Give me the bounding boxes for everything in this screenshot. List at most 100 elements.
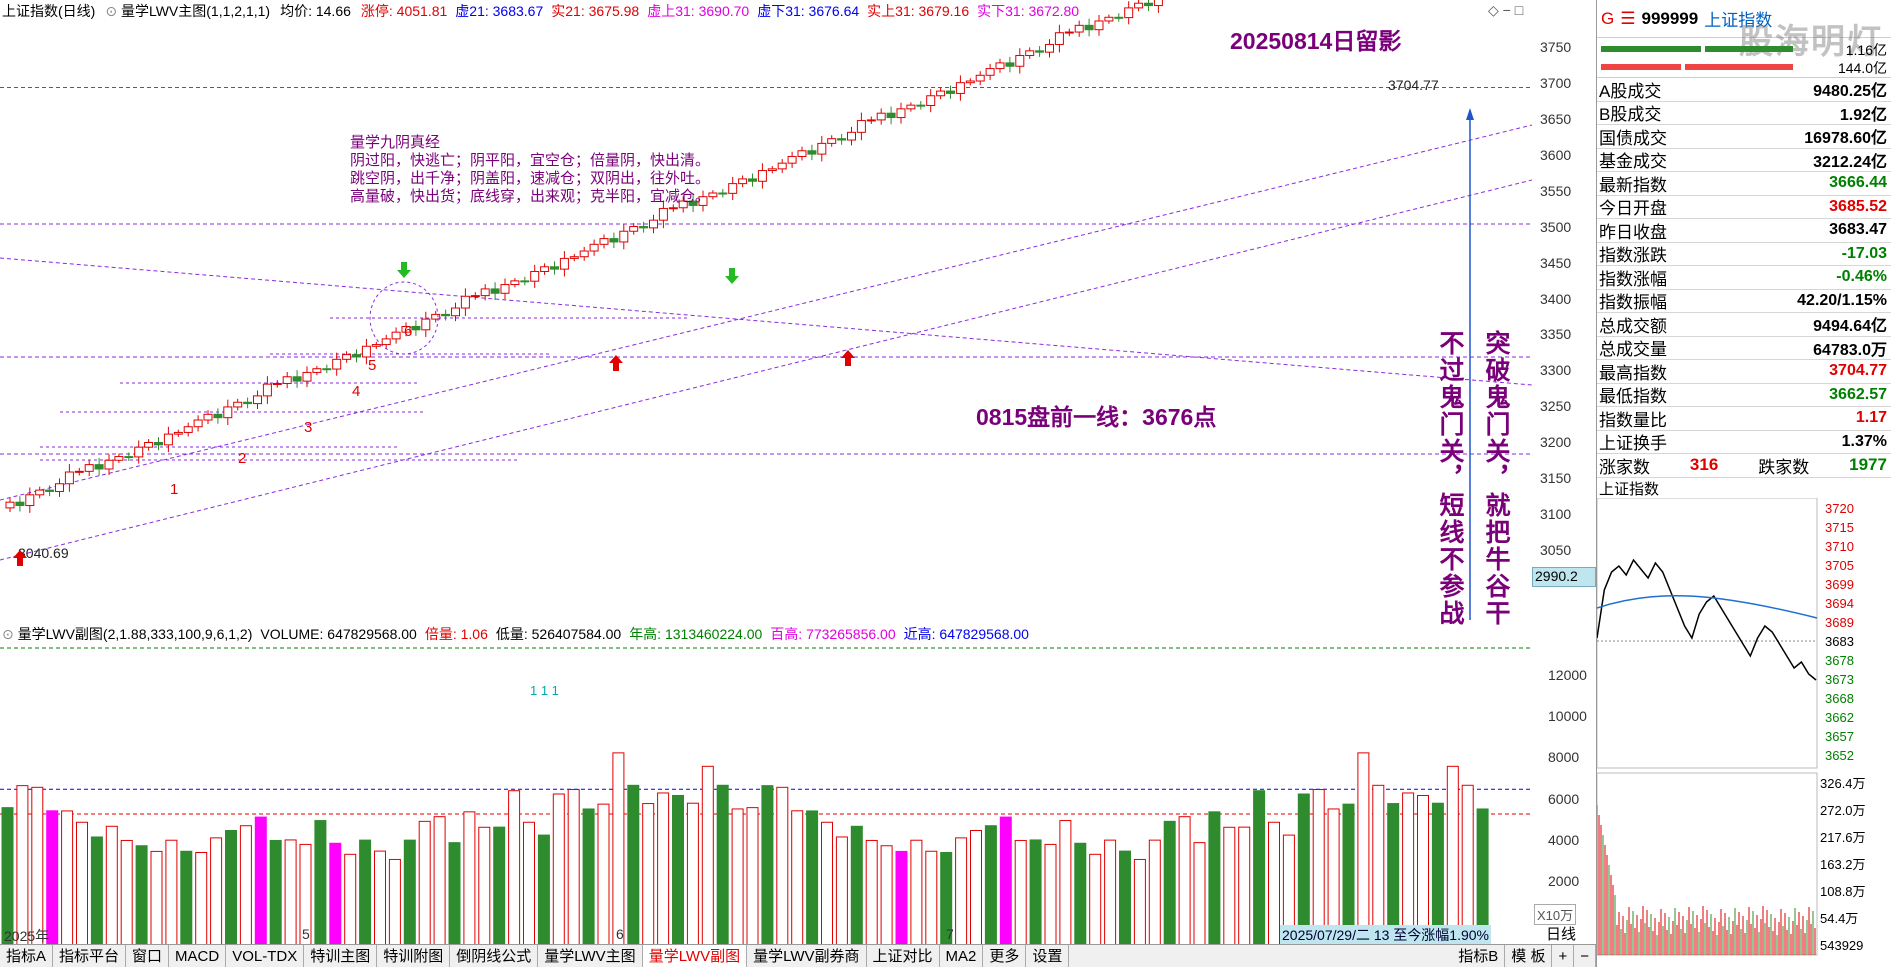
candle-body bbox=[312, 368, 322, 373]
tab-indicator[interactable]: 指标平台 bbox=[53, 945, 127, 967]
quote-label: 最高指数 bbox=[1599, 363, 1667, 383]
green-down-arrow-icon bbox=[397, 262, 411, 278]
mini-volume-axis-label: 217.6万 bbox=[1820, 830, 1866, 845]
volume-bar bbox=[552, 793, 565, 957]
high-label: 3704.77 bbox=[1388, 77, 1439, 93]
quote-value: 3685.52 bbox=[1829, 197, 1887, 215]
candle-body bbox=[55, 483, 64, 492]
minus-icon[interactable]: − bbox=[1574, 945, 1596, 967]
volume-axis-label: 10000 bbox=[1548, 708, 1587, 725]
candle-body bbox=[599, 238, 609, 245]
price-marker: 2990.2 bbox=[1532, 567, 1596, 587]
green-down-arrow-icon bbox=[725, 268, 739, 284]
candle-body bbox=[985, 68, 995, 76]
volume-bar bbox=[1104, 839, 1117, 957]
poem-block: 量学九阴真经 阴过阳，快逃亡；阴平阳，宜空仓；倍量阴，快出清。 跳空阴，出千净；… bbox=[350, 134, 710, 206]
tab-indicator[interactable]: 指标A bbox=[0, 945, 54, 967]
chart-header: 上证指数(日线) ⊙ 量学LWV主图(1,1,2,1,1) 均价: 14.66 … bbox=[0, 0, 1530, 22]
volume-bar bbox=[225, 830, 237, 957]
volume-bar bbox=[76, 821, 88, 957]
add-icon[interactable]: + bbox=[1552, 945, 1575, 967]
tab-indicator[interactable]: 特训附图 bbox=[377, 945, 451, 967]
intraday-mini-chart[interactable]: 3720 3715 3710 3705 3699 3694 3689 3683 3678 3673… bbox=[1596, 497, 1891, 958]
tab-indicator[interactable]: MACD bbox=[169, 945, 227, 967]
tab-indicator[interactable]: MA2 bbox=[940, 945, 984, 967]
mini-axis-label: 3673 bbox=[1825, 672, 1854, 687]
volume-bar bbox=[150, 850, 163, 957]
maximize-icon[interactable]: □ bbox=[1515, 2, 1523, 18]
minus-icon[interactable]: − bbox=[1503, 2, 1511, 18]
candle-body bbox=[827, 138, 837, 144]
candle-body bbox=[639, 226, 649, 229]
tab-indicator[interactable]: 量学LWV主图 bbox=[538, 945, 643, 967]
g-icon[interactable]: G bbox=[1601, 9, 1614, 29]
volume-axis-label: 12000 bbox=[1548, 667, 1587, 683]
tab-indicator[interactable]: 倒阴线公式 bbox=[450, 945, 539, 967]
volume-bar bbox=[821, 821, 833, 957]
header-indicator-value: 实上31: 3679.16 bbox=[867, 3, 970, 19]
dropdown-icon[interactable]: ⊙ bbox=[105, 3, 117, 19]
period-label[interactable]: 日线 bbox=[1546, 923, 1576, 944]
tab-indicator[interactable]: 量学LWV副券商 bbox=[747, 945, 867, 967]
tab-indicator-b[interactable]: 指标B bbox=[1452, 945, 1506, 967]
tab-indicator[interactable]: 特训主图 bbox=[304, 945, 378, 967]
tab-indicator[interactable]: 量学LWV副图 bbox=[642, 945, 748, 967]
volume-bar bbox=[1193, 842, 1206, 957]
date-note: 20250814日留影 bbox=[1230, 28, 1402, 54]
candle-body bbox=[302, 371, 312, 382]
menu-icon[interactable]: ☰ bbox=[1620, 9, 1635, 29]
candle-body bbox=[223, 406, 233, 419]
buy-strength-bar bbox=[1705, 46, 1793, 52]
quote-value: 3662.57 bbox=[1829, 385, 1887, 403]
tab-indicator[interactable]: 更多 bbox=[983, 945, 1027, 967]
candle-body bbox=[837, 138, 847, 141]
volume-bar bbox=[925, 850, 938, 957]
sell-strength-bar bbox=[1685, 64, 1793, 70]
candle-body bbox=[421, 318, 431, 331]
candle-body bbox=[1045, 43, 1054, 53]
quote-label: 总成交量 bbox=[1599, 340, 1667, 360]
tab-indicator[interactable]: 窗口 bbox=[126, 945, 170, 967]
tab-indicator[interactable]: VOL-TDX bbox=[226, 945, 305, 967]
quote-value: 3704.77 bbox=[1829, 362, 1887, 380]
volume-bar bbox=[120, 839, 133, 957]
main-candlestick-chart[interactable]: 3704.77 3040.69 1 2 3 45 6 bbox=[0, 0, 1532, 620]
vertical-note-left: 不过鬼门关，短线不参战 bbox=[1436, 330, 1464, 627]
candle-body bbox=[559, 257, 569, 270]
volume-bar bbox=[672, 794, 684, 957]
mini-volume-axis-label: 543929 bbox=[1820, 938, 1863, 953]
tab-indicator[interactable]: 上证对比 bbox=[867, 945, 940, 967]
quote-label: 今日开盘 bbox=[1599, 199, 1667, 219]
breadth-row: 涨家数 316 跌家数 1977 bbox=[1597, 454, 1891, 478]
buy-strength-bar bbox=[1601, 46, 1701, 52]
candle-body bbox=[718, 192, 728, 195]
tab-indicator[interactable]: 设置 bbox=[1026, 945, 1070, 967]
main-indicator-label[interactable]: ⊙ 量学LWV主图(1,1,2,1,1) bbox=[105, 1, 270, 21]
volume-chart[interactable]: 1 1 1 bbox=[0, 620, 1532, 960]
quote-row: 国债成交 16978.60亿 bbox=[1597, 125, 1891, 149]
candle-body bbox=[243, 401, 253, 405]
candle-body bbox=[876, 112, 886, 121]
candle-body bbox=[25, 494, 35, 507]
candle-body bbox=[114, 456, 124, 461]
candle-body bbox=[173, 431, 183, 435]
price-axis-label: 3300 bbox=[1540, 362, 1572, 379]
tab-template[interactable]: 模 板 bbox=[1505, 945, 1553, 967]
index-code: 999999 bbox=[1641, 8, 1699, 28]
poem-line: 阴过阳，快逃亡；阴平阳，宜空仓；倍量阴，快出清。 bbox=[350, 152, 711, 169]
mini-axis-label: 3689 bbox=[1825, 615, 1854, 630]
diamond-icon[interactable]: ◇ bbox=[1488, 2, 1499, 18]
quote-label: 最新指数 bbox=[1599, 175, 1667, 195]
price-axis-label: 3100 bbox=[1540, 506, 1572, 523]
candle-body bbox=[381, 338, 391, 346]
candle-body bbox=[490, 288, 500, 294]
volume-bar bbox=[210, 837, 223, 957]
quote-value: 1.37% bbox=[1841, 432, 1887, 450]
quote-row: 总成交额 9494.64亿 bbox=[1597, 313, 1891, 337]
candle-body bbox=[1015, 55, 1025, 67]
volume-bar bbox=[195, 852, 208, 957]
candle-body bbox=[589, 243, 599, 252]
volume-bar bbox=[627, 784, 640, 957]
wave-number-label: 2 bbox=[238, 450, 246, 467]
window-controls[interactable]: ◇ − □ bbox=[1488, 2, 1523, 19]
